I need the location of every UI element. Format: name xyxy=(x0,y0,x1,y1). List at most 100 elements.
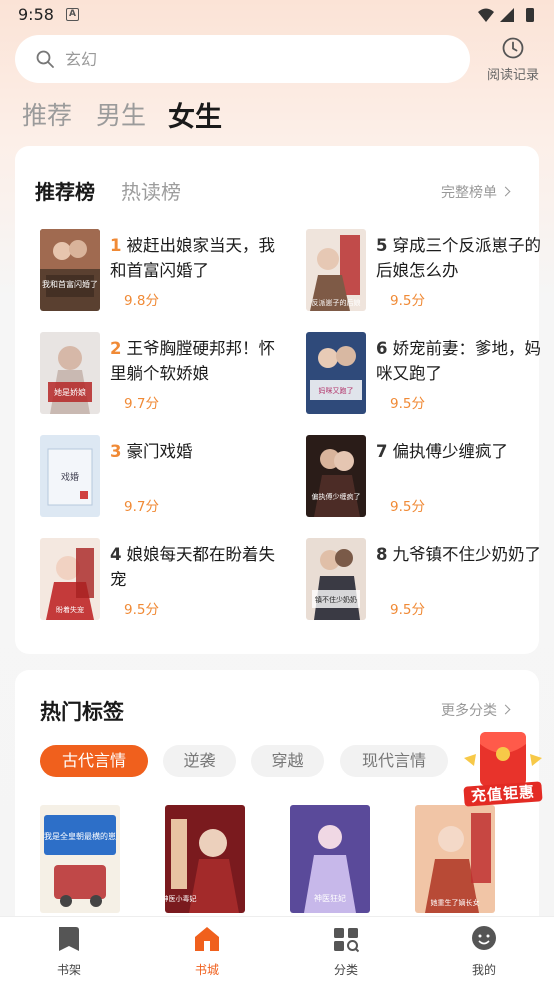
book-score: 9.7分 xyxy=(124,396,159,412)
book-title-text: 娇宠前妻：爹地，妈咪又跑了 xyxy=(376,339,541,383)
book-cover: 镇不住少奶奶 xyxy=(306,538,366,620)
tab-hot-read-list[interactable]: 热读榜 xyxy=(121,176,181,205)
reading-history-label: 阅读记录 xyxy=(486,68,539,83)
chevron-right-icon xyxy=(500,704,511,715)
book-title: 8 九爷镇不住少奶奶了 xyxy=(376,542,551,567)
rank-number: 7 xyxy=(376,442,388,461)
tab-recommend[interactable]: 推荐 xyxy=(22,96,72,132)
cover-title: 反派崽子的后娘 xyxy=(312,298,361,307)
cover-title: 我是全皇朝最横的崽 xyxy=(44,831,116,841)
full-list-label: 完整榜单 xyxy=(441,185,497,201)
tag-book-3[interactable]: 神医狂妃 xyxy=(290,805,370,913)
tab-female[interactable]: 女生 xyxy=(168,95,222,134)
tab-male[interactable]: 男生 xyxy=(96,96,146,132)
tag-book-2[interactable]: 神医小毒妃 xyxy=(165,805,245,913)
cover-title: 她是娇娘 xyxy=(54,387,86,397)
book-cover: 戏婚 xyxy=(40,435,100,517)
book-cover: 她是娇娘 xyxy=(40,332,100,414)
book-title: 4 娘娘每天都在盼着失宠 xyxy=(110,542,285,592)
ranking-book-8[interactable]: 镇不住少奶奶 8 九爷镇不住少奶奶了 9.5分 xyxy=(306,538,554,622)
ranking-book-7[interactable]: 偏执傅少缠疯了 7 偏执傅少缠疯了 9.5分 xyxy=(306,435,554,519)
cover-title: 偏执傅少缠疯了 xyxy=(312,492,361,501)
ranking-book-4[interactable]: 盼着失宠 4 娘娘每天都在盼着失宠 9.5分 xyxy=(40,538,290,622)
book-cover: 盼着失宠 xyxy=(40,538,100,620)
book-title: 6 娇宠前妻：爹地，妈咪又跑了 xyxy=(376,336,551,386)
status-bar: 9:58 A xyxy=(0,0,554,32)
book-score: 9.7分 xyxy=(124,499,159,515)
tag-book-1[interactable]: 我是全皇朝最横的崽 xyxy=(40,805,120,913)
bookstore-icon xyxy=(195,927,219,951)
book-score: 9.5分 xyxy=(390,499,425,515)
full-list-link[interactable]: 完整榜单 xyxy=(441,182,511,202)
cover-title: 妈咪又跑了 xyxy=(319,386,354,395)
cover-title: 盼着失宠 xyxy=(56,605,84,614)
bookshelf-icon xyxy=(59,927,79,951)
rank-number: 8 xyxy=(376,545,388,564)
search-bar[interactable] xyxy=(15,35,470,83)
tag-time-travel[interactable]: 穿越 xyxy=(251,745,324,777)
clock-icon xyxy=(502,37,524,59)
book-title: 5 穿成三个反派崽子的后娘怎么办 xyxy=(376,233,551,283)
book-title-text: 九爷镇不住少奶奶了 xyxy=(392,545,541,564)
tab-recommend-list[interactable]: 推荐榜 xyxy=(35,176,95,205)
nav-bookstore[interactable]: 书城 xyxy=(167,925,247,981)
ranking-book-6[interactable]: 妈咪又跑了 6 娇宠前妻：爹地，妈咪又跑了 9.5分 xyxy=(306,332,554,416)
ranking-book-3[interactable]: 戏婚 3 豪门戏婚 9.7分 xyxy=(40,435,290,519)
signal-icon xyxy=(500,8,514,22)
rank-number: 3 xyxy=(110,442,122,461)
book-score: 9.8分 xyxy=(124,293,159,309)
ranking-book-5[interactable]: 反派崽子的后娘 5 穿成三个反派崽子的后娘怎么办 9.5分 xyxy=(306,229,554,313)
cover-title: 戏婚 xyxy=(61,471,79,483)
rank-number: 2 xyxy=(110,339,122,358)
tag-modern-romance[interactable]: 现代言情 xyxy=(340,745,448,777)
book-score: 9.5分 xyxy=(124,602,159,618)
tag-book-4[interactable]: 她重生了嫡长女 xyxy=(415,805,495,913)
book-title-text: 娘娘每天都在盼着失宠 xyxy=(110,545,275,589)
cover-title: 她重生了嫡长女 xyxy=(431,898,480,907)
hot-tags-title: 热门标签 xyxy=(40,700,124,724)
book-cover: 反派崽子的后娘 xyxy=(306,229,366,311)
book-cover: 偏执傅少缠疯了 xyxy=(306,435,366,517)
status-time: 9:58 xyxy=(18,5,54,24)
recharge-promo-badge[interactable]: 充值钜惠 xyxy=(460,728,546,807)
bottom-nav: 书架 书城 分类 我的 xyxy=(0,916,554,984)
book-title: 3 豪门戏婚 xyxy=(110,439,285,464)
nav-profile[interactable]: 我的 xyxy=(444,925,524,981)
status-icons xyxy=(478,8,534,22)
book-cover: 我和首富闪婚了 xyxy=(40,229,100,311)
nav-category-label: 分类 xyxy=(333,963,358,977)
search-input[interactable] xyxy=(65,47,445,71)
book-title: 7 偏执傅少缠疯了 xyxy=(376,439,551,464)
more-categories-label: 更多分类 xyxy=(441,703,497,719)
book-cover: 妈咪又跑了 xyxy=(306,332,366,414)
book-title: 1 被赶出娘家当天，我和首富闪婚了 xyxy=(110,233,285,283)
rank-number: 1 xyxy=(110,236,122,255)
ranking-book-2[interactable]: 她是娇娘 2 王爷胸膛硬邦邦！怀里躺个软娇娘 9.7分 xyxy=(40,332,290,416)
rank-number: 6 xyxy=(376,339,388,358)
ranking-book-1[interactable]: 我和首富闪婚了 1 被赶出娘家当天，我和首富闪婚了 9.8分 xyxy=(40,229,290,313)
book-score: 9.5分 xyxy=(390,293,425,309)
nav-bookshelf[interactable]: 书架 xyxy=(29,925,109,981)
nav-bookstore-label: 书城 xyxy=(194,963,219,977)
book-title-text: 被赶出娘家当天，我和首富闪婚了 xyxy=(110,236,275,280)
wifi-icon xyxy=(478,8,494,22)
search-icon xyxy=(36,50,54,68)
book-title-text: 王爷胸膛硬邦邦！怀里躺个软娇娘 xyxy=(110,339,275,383)
tag-comeback[interactable]: 逆袭 xyxy=(163,745,236,777)
category-icon xyxy=(334,928,359,953)
more-categories-link[interactable]: 更多分类 xyxy=(441,700,511,720)
book-title: 2 王爷胸膛硬邦邦！怀里躺个软娇娘 xyxy=(110,336,285,386)
battery-icon xyxy=(526,8,534,22)
rank-number: 4 xyxy=(110,545,122,564)
book-title-text: 穿成三个反派崽子的后娘怎么办 xyxy=(376,236,541,280)
reading-history-button[interactable]: 阅读记录 xyxy=(478,36,548,84)
ranking-card: 推荐榜 热读榜 完整榜单 我和首富闪婚了 1 被赶出娘家当天，我和首富闪婚了 9.… xyxy=(15,146,541,654)
cover-title: 神医小毒妃 xyxy=(165,894,197,903)
nav-bookshelf-label: 书架 xyxy=(56,963,81,977)
tag-ancient-romance[interactable]: 古代言情 xyxy=(40,745,148,777)
nav-category[interactable]: 分类 xyxy=(306,925,386,981)
notification-icon: A xyxy=(66,8,79,21)
cover-title: 镇不住少奶奶 xyxy=(315,595,357,604)
book-score: 9.5分 xyxy=(390,602,425,618)
book-title-text: 偏执傅少缠疯了 xyxy=(392,442,508,461)
